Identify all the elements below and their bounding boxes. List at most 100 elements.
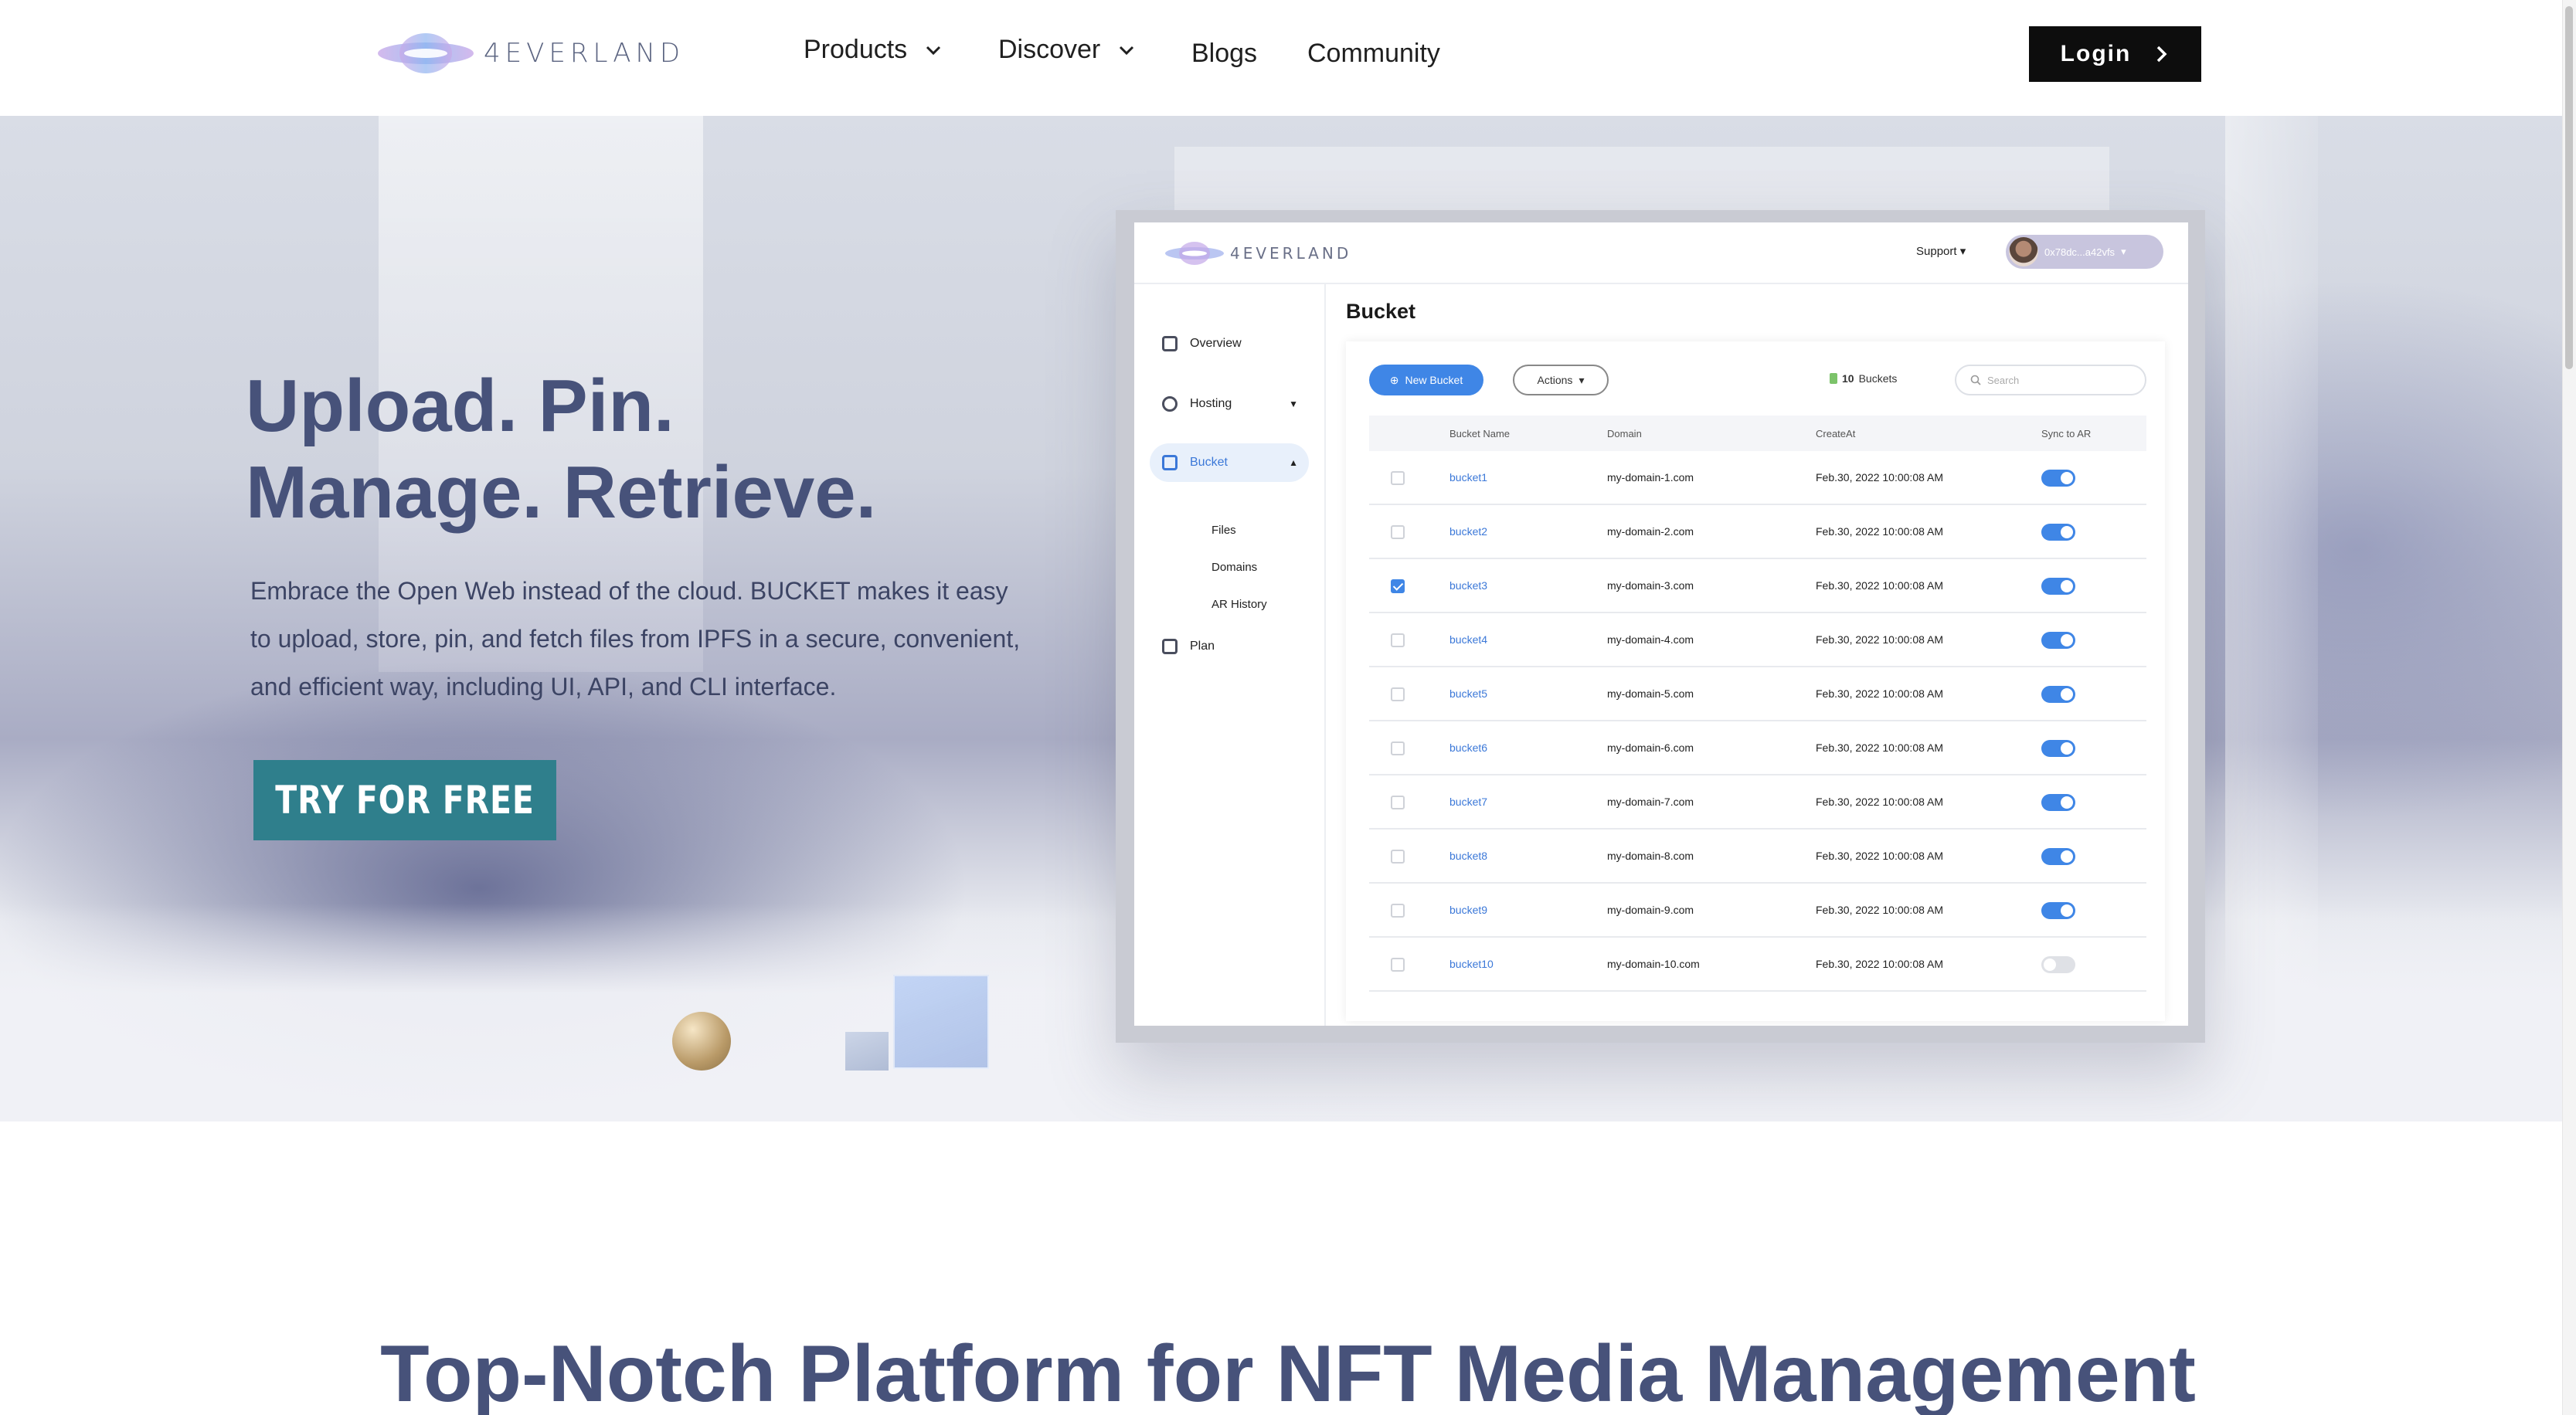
login-button[interactable]: Login [2029,26,2201,82]
row-checkbox[interactable] [1391,471,1405,485]
row-checkbox[interactable] [1391,741,1405,755]
table-row[interactable]: bucket6 my-domain-6.com Feb.30, 2022 10:00… [1369,721,2146,775]
sync-to-ar-toggle[interactable] [2041,470,2075,487]
bucket-name-link[interactable]: bucket2 [1449,525,1487,538]
row-checkbox[interactable] [1391,525,1405,539]
bucket-created-at: Feb.30, 2022 10:00:08 AM [1816,904,1944,916]
sidebar-subitem-files[interactable]: Files [1212,524,1236,537]
caret-down-icon: ▾ [1579,373,1585,386]
column-header-bucket-name[interactable]: Bucket Name [1449,428,1510,439]
sync-to-ar-toggle[interactable] [2041,524,2075,541]
bucket-count: 10 Buckets [1830,372,1897,385]
sync-to-ar-toggle[interactable] [2041,632,2075,649]
dashboard-main: Bucket ⊕ New Bucket Actions ▾ 10 Buckets [1327,284,2188,1026]
chevron-right-icon [2157,46,2167,63]
sync-to-ar-toggle[interactable] [2041,578,2075,595]
decorative-sphere [672,1012,731,1071]
table-row[interactable]: bucket10 my-domain-10.com Feb.30, 2022 10:… [1369,938,2146,992]
new-bucket-button[interactable]: ⊕ New Bucket [1369,365,1483,395]
bucket-domain: my-domain-6.com [1607,741,1694,754]
nav-discover[interactable]: Discover [998,35,1136,65]
dashboard-logo[interactable]: 4EVERLAND [1164,239,1351,267]
row-checkbox[interactable] [1391,633,1405,647]
logo[interactable]: 4EVERLAND [376,29,685,77]
column-header-sync-to-ar[interactable]: Sync to AR [2041,428,2091,439]
scrollbar-thumb[interactable] [2565,6,2573,369]
dashboard-window: 4EVERLAND Support ▾ 0x78dc...a42vfs ▾ Ov… [1134,222,2188,1026]
bucket-created-at: Feb.30, 2022 10:00:08 AM [1816,796,1944,808]
bucket-name-link[interactable]: bucket9 [1449,904,1487,916]
bucket-name-link[interactable]: bucket5 [1449,687,1487,700]
nav-community[interactable]: Community [1307,39,1440,69]
bucket-name-link[interactable]: bucket1 [1449,471,1487,484]
try-for-free-button[interactable]: TRY FOR FREE [253,760,556,840]
table-row[interactable]: bucket7 my-domain-7.com Feb.30, 2022 10:00… [1369,775,2146,830]
sidebar-item-label: Plan [1190,640,1215,653]
new-bucket-label: New Bucket [1405,374,1463,386]
bucket-name-link[interactable]: bucket3 [1449,579,1487,592]
chevron-down-icon [926,46,941,55]
row-checkbox[interactable] [1391,904,1405,918]
box-icon [1162,455,1178,470]
row-checkbox[interactable] [1391,579,1405,593]
bucket-domain: my-domain-8.com [1607,850,1694,862]
row-checkbox[interactable] [1391,796,1405,809]
table-row[interactable]: bucket4 my-domain-4.com Feb.30, 2022 10:00… [1369,613,2146,667]
table-row[interactable]: bucket9 my-domain-9.com Feb.30, 2022 10:00… [1369,884,2146,938]
sync-to-ar-toggle[interactable] [2041,794,2075,811]
bucket-created-at: Feb.30, 2022 10:00:08 AM [1816,471,1944,484]
support-menu[interactable]: Support ▾ [1916,244,1966,258]
sidebar-item-overview[interactable]: Overview [1150,324,1309,363]
caret-up-icon: ▲ [1289,457,1298,468]
table-body: bucket1 my-domain-1.com Feb.30, 2022 10:00… [1369,451,2146,992]
row-checkbox[interactable] [1391,958,1405,972]
bucket-name-link[interactable]: bucket7 [1449,796,1487,808]
table-row[interactable]: bucket8 my-domain-8.com Feb.30, 2022 10:00… [1369,830,2146,884]
sidebar-subitem-domains[interactable]: Domains [1212,561,1257,574]
column-header-create-at[interactable]: CreateAt [1816,428,1855,439]
bucket-count-suffix: Buckets [1858,372,1898,385]
bucket-domain: my-domain-4.com [1607,633,1694,646]
actions-label: Actions [1537,374,1573,386]
bucket-name-link[interactable]: bucket8 [1449,850,1487,862]
sidebar-item-hosting[interactable]: Hosting ▼ [1150,385,1309,423]
sidebar-item-bucket[interactable]: Bucket ▲ [1150,443,1309,482]
bucket-count-value: 10 [1842,372,1854,385]
logo-mark-icon [378,33,474,73]
hero-description: Embrace the Open Web instead of the clou… [250,577,1021,701]
decorative-glass-cube [893,975,989,1069]
actions-dropdown[interactable]: Actions ▾ [1513,365,1609,395]
bucket-table: Bucket Name Domain CreateAt Sync to AR b… [1369,416,2146,992]
table-row[interactable]: bucket3 my-domain-3.com Feb.30, 2022 10:00… [1369,559,2146,613]
bucket-name-link[interactable]: bucket4 [1449,633,1487,646]
sync-to-ar-toggle[interactable] [2041,848,2075,865]
sync-to-ar-toggle[interactable] [2041,956,2075,973]
table-row[interactable]: bucket2 my-domain-2.com Feb.30, 2022 10:00… [1369,505,2146,559]
nav-blogs[interactable]: Blogs [1191,39,1257,69]
sync-to-ar-toggle[interactable] [2041,740,2075,757]
bucket-name-link[interactable]: bucket6 [1449,741,1487,754]
sidebar-item-label: Hosting [1190,397,1232,410]
sync-to-ar-toggle[interactable] [2041,686,2075,703]
search-input[interactable]: Search [1955,365,2146,395]
dashboard-logo-text: 4EVERLAND [1230,244,1352,263]
table-header: Bucket Name Domain CreateAt Sync to AR [1369,416,2146,451]
hero-headline-line2: Manage. Retrieve. [246,451,877,534]
sync-to-ar-toggle[interactable] [2041,902,2075,919]
bucket-domain: my-domain-5.com [1607,687,1694,700]
table-row[interactable]: bucket1 my-domain-1.com Feb.30, 2022 10:00… [1369,451,2146,505]
row-checkbox[interactable] [1391,687,1405,701]
nav-products[interactable]: Products [804,35,943,65]
receipt-icon [1162,639,1178,654]
monitor-icon [1162,336,1178,351]
logo-text: 4EVERLAND [484,38,685,69]
bucket-name-link[interactable]: bucket10 [1449,958,1494,970]
user-account-menu[interactable]: 0x78dc...a42vfs ▾ [2006,235,2163,269]
sidebar-subitem-ar-history[interactable]: AR History [1212,598,1267,611]
bucket-created-at: Feb.30, 2022 10:00:08 AM [1816,687,1944,700]
table-row[interactable]: bucket5 my-domain-5.com Feb.30, 2022 10:00… [1369,667,2146,721]
column-header-domain[interactable]: Domain [1607,428,1642,439]
row-checkbox[interactable] [1391,850,1405,864]
sidebar-item-plan[interactable]: Plan [1150,627,1309,666]
bucket-card: ⊕ New Bucket Actions ▾ 10 Buckets Search… [1346,341,2165,1021]
